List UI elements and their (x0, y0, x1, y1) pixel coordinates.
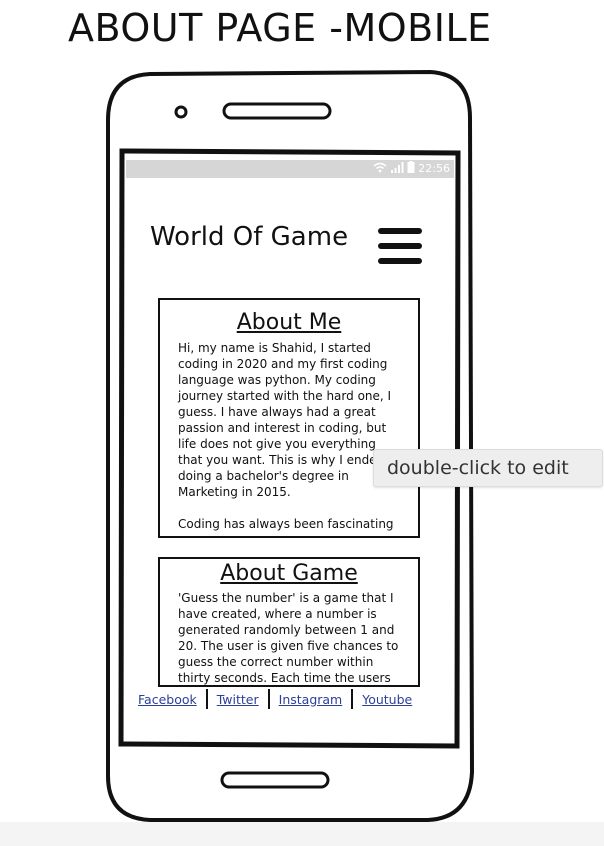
status-bar: 22:56 (126, 160, 454, 178)
wifi-icon (373, 162, 387, 176)
hamburger-menu-icon[interactable] (378, 228, 422, 268)
facebook-link[interactable]: Facebook (138, 692, 197, 707)
bottom-strip (0, 822, 604, 846)
camera-icon (174, 105, 188, 119)
footer-divider (351, 689, 354, 709)
edit-tooltip: double-click to edit (373, 449, 603, 487)
app-title[interactable]: World Of Game (150, 222, 348, 252)
footer-divider (267, 689, 270, 709)
about-game-text: 'Guess the number' is a game that I have… (178, 591, 399, 685)
about-me-text: Hi, my name is Shahid, I started coding … (178, 341, 394, 531)
home-button (220, 771, 330, 789)
instagram-link[interactable]: Instagram (279, 692, 343, 707)
battery-icon (407, 161, 415, 176)
twitter-link[interactable]: Twitter (217, 692, 259, 707)
footer-divider (205, 689, 208, 709)
about-game-heading: About Game (220, 561, 358, 586)
about-me-heading: About Me (236, 310, 342, 335)
youtube-link[interactable]: Youtube (362, 692, 412, 707)
speaker-slot (222, 102, 332, 120)
about-me-card: About Me Hi, my name is Shahid, I starte… (158, 298, 420, 538)
about-game-card: About Game 'Guess the number' is a game … (158, 557, 420, 687)
footer-social-links: Facebook Twitter Instagram Youtube (138, 688, 418, 710)
status-time: 22:56 (418, 162, 450, 175)
signal-icon (390, 161, 404, 176)
